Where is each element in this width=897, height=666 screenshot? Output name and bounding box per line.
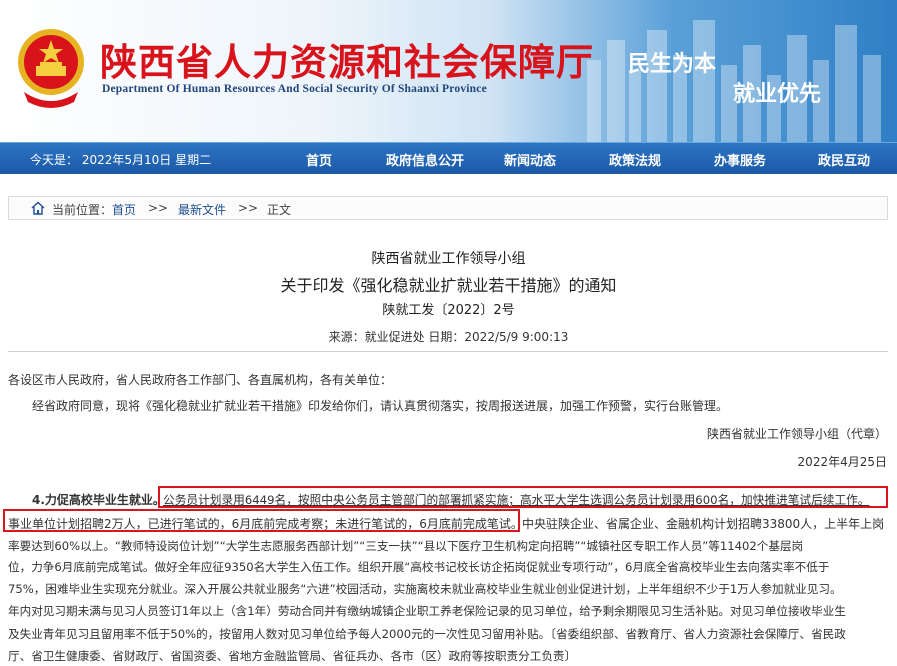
today-date: 今天是： 2022年5月10日 星期二	[30, 153, 212, 167]
article-title: 关于印发《强化稳就业扩就业若干措施》的通知	[280, 276, 617, 295]
slogan-line2: 就业优先	[733, 82, 822, 107]
breadcrumb-sep: >>	[238, 201, 259, 215]
nav-item-home[interactable]: 首页	[306, 150, 332, 169]
breadcrumb: 当前位置： 首页 >> 最新文件 >> 正文	[8, 196, 888, 220]
highlight-box	[3, 509, 520, 532]
intro-paragraph: 经省政府同意，现将《强化稳就业扩就业若干措施》印发给你们，请认真贯彻落实，按周报…	[32, 399, 729, 413]
slogan-line1: 民生为本	[628, 52, 717, 77]
paragraph-line: 率要达到60%以上。“教师特设岗位计划”“大学生志愿服务西部计划”“三支一扶”“…	[8, 539, 804, 553]
paragraph-line: 厅、省卫生健康委、省财政厅、省国资委、省地方金融监管局、省征兵办、各市（区）政府…	[8, 649, 577, 663]
national-emblem-icon	[18, 29, 84, 108]
breadcrumb-home[interactable]: 首页	[112, 201, 136, 218]
city-skyline-image	[587, 20, 881, 142]
nav-item-interaction[interactable]: 政民互动	[818, 150, 870, 169]
breadcrumb-current: 正文	[267, 203, 292, 217]
article-issuer: 陕西省就业工作领导小组	[371, 251, 526, 267]
divider	[8, 351, 888, 352]
nav-item-news[interactable]: 新闻动态	[504, 150, 556, 169]
highlight-box	[158, 486, 888, 508]
nav-item-info-disclosure[interactable]: 政府信息公开	[386, 150, 464, 169]
nav-item-services[interactable]: 办事服务	[714, 150, 766, 169]
paragraph-line: 年内对见习期未满与见习人员签订1年以上（含1年）劳动合同并有缴纳城镇企业职工养老…	[8, 604, 846, 618]
paragraph-line: 75%，困难毕业生实现充分就业。深入开展公共就业服务“六进”校园活动，实施离校未…	[8, 582, 842, 596]
breadcrumb-sep: >>	[148, 201, 169, 215]
home-icon	[31, 201, 45, 215]
signature: 陕西省就业工作领导小组（代章）	[706, 427, 887, 441]
main-nav: 今天是： 2022年5月10日 星期二 首页 政府信息公开 新闻动态 政策法规 …	[0, 142, 897, 174]
salutation: 各设区市人民政府，省人民政府各工作部门、各直属机构，各有关单位：	[8, 373, 393, 387]
breadcrumb-latest[interactable]: 最新文件	[178, 201, 226, 218]
article-meta: 来源：就业促进处 日期：2022/5/9 9:00:13	[328, 330, 569, 344]
signature-date: 2022年4月25日	[797, 455, 887, 469]
article-doc-number: 陕就工发〔2022〕2号	[382, 303, 515, 318]
paragraph-line: 及失业青年见习且留用率不低于50%的，按留用人数对见习单位给予每人2000元的一…	[8, 627, 846, 641]
paragraph-line: 中央驻陕企业、省属企业、金融机构计划招聘33800人，上半年上岗	[522, 517, 885, 531]
section-title: 4.力促高校毕业生就业。	[32, 493, 165, 507]
site-banner: 陕西省人力资源和社会保障厅 Department Of Human Resour…	[0, 0, 897, 142]
breadcrumb-prefix: 当前位置：	[52, 203, 113, 217]
nav-item-policies[interactable]: 政策法规	[609, 150, 661, 169]
site-title: 陕西省人力资源和社会保障厅	[100, 40, 594, 84]
paragraph-line: 位，力争6月底前完成笔试。做好全年应征9350名大学生入伍工作。组织开展“高校书…	[8, 560, 830, 574]
site-subtitle: Department Of Human Resources And Social…	[102, 83, 487, 95]
